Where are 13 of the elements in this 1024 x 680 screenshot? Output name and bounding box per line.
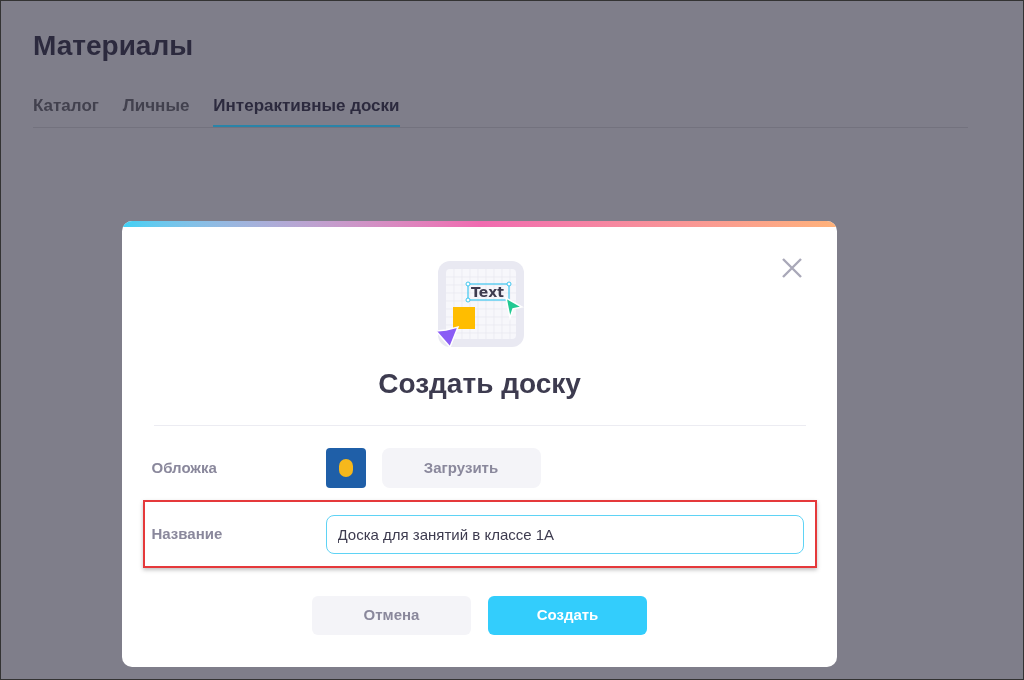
tab[interactable]: Каталог (33, 93, 99, 127)
cancel-button[interactable]: Отмена (312, 596, 471, 635)
cover-thumbnail (325, 448, 366, 488)
upload-button[interactable]: Загрузить (381, 448, 541, 488)
tab[interactable]: Личные (122, 93, 190, 127)
dialog-title: Создать доску (378, 367, 581, 401)
field-label: Название (151, 523, 224, 544)
create-button[interactable]: Создать (488, 596, 647, 635)
tab[interactable]: Интерактивные доски (213, 93, 400, 127)
page-title: Материалы (33, 29, 195, 63)
close-icon[interactable] (781, 257, 803, 279)
name-input-field[interactable]: Доска для занятий в классе 1А (325, 514, 804, 554)
field-label: Обложка (151, 457, 218, 478)
